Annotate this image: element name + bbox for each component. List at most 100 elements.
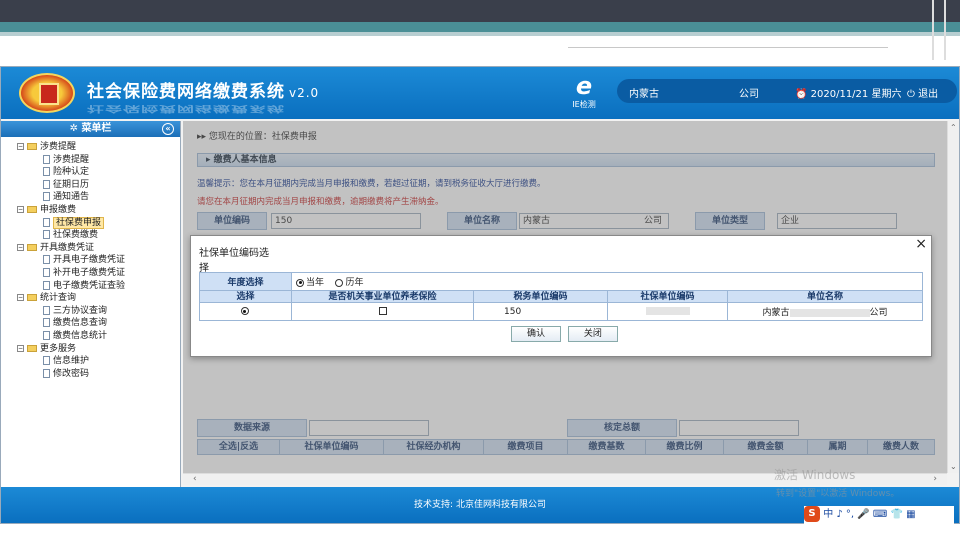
tax-emblem-logo [19, 73, 75, 113]
menu-tree: − 涉费提醒 涉费提醒 险种认定 征期日历 通知通告 − 申报缴费 社保费申报 社保… [1, 137, 180, 380]
row-unit-name: 内蒙古 公司 [727, 302, 923, 321]
logout-button[interactable]: ⏻ 退出 [907, 85, 938, 100]
logout-label: 退出 [918, 89, 939, 100]
scroll-left-icon[interactable]: ‹ [193, 474, 197, 484]
row-institution-checkbox[interactable] [291, 302, 474, 321]
menu-group-stats[interactable]: − 统计查询 [17, 292, 180, 305]
redacted-block [789, 308, 870, 317]
table-row[interactable]: 150 内蒙古 公司 [199, 302, 923, 321]
ime-status: 中 ♪ °, 🎤 ⌨ 👕 ▦ [823, 509, 916, 520]
user-info-box: 内蒙古 公司 ⏰ 2020/11/21 星期六 ⏻ 退出 [617, 79, 957, 103]
year-select-row: 年度选择 当年 历年 [199, 272, 923, 291]
radio-selected-icon [240, 307, 249, 315]
close-icon[interactable]: × [915, 236, 927, 252]
sidebar-header: ✲ 菜单栏 « [1, 121, 180, 137]
document-icon [43, 192, 50, 202]
menu-group-reminder[interactable]: − 涉费提醒 [17, 141, 180, 154]
menu-group-declare-pay[interactable]: − 申报缴费 [17, 204, 180, 217]
col-tax-code: 税务单位编码 [473, 290, 608, 303]
menu-item-agreement-query[interactable]: 三方协议查询 [17, 305, 180, 318]
col-sb-code: 社保单位编码 [607, 290, 728, 303]
row-select-radio[interactable] [199, 302, 292, 321]
ime-toolbar[interactable]: S 中 ♪ °, 🎤 ⌨ 👕 ▦ [804, 506, 954, 524]
document-icon [43, 179, 50, 189]
row-sb-code [607, 302, 728, 321]
scroll-down-icon[interactable]: ⌄ [950, 462, 957, 471]
document-icon [43, 217, 50, 227]
document-icon [43, 330, 50, 340]
folder-icon [27, 143, 37, 150]
document-icon [43, 305, 50, 315]
clock-icon: ⏰ [795, 89, 811, 100]
gear-icon: ✲ [69, 123, 82, 134]
collapse-toggle-icon[interactable]: − [17, 294, 24, 302]
ie-check-button[interactable]: e IE检测 [567, 73, 601, 110]
close-button[interactable]: 关闭 [567, 326, 618, 342]
slide-deco [932, 0, 946, 60]
folder-icon [27, 243, 37, 251]
app-header: 社会保险费网络缴费系统 v2.0 社会保险费网络缴费系统 e IE检测 内蒙古 公… [1, 67, 959, 119]
collapse-toggle-icon[interactable]: − [17, 344, 24, 352]
menu-item-change-password[interactable]: 修改密码 [17, 368, 180, 381]
confirm-button[interactable]: 确认 [511, 326, 561, 342]
sogou-icon[interactable]: S [804, 506, 820, 522]
menu-item-info-maintain[interactable]: 信息维护 [17, 355, 180, 368]
sidebar: ✲ 菜单栏 « − 涉费提醒 涉费提醒 险种认定 征期日历 通知通告 − 申报缴费 … [1, 121, 181, 487]
table-header-row: 选择 是否机关事业单位养老保险 税务单位编码 社保单位编码 单位名称 [199, 290, 923, 303]
slide-stripe [0, 22, 960, 32]
menu-item-insurance-identify[interactable]: 险种认定 [17, 166, 180, 179]
folder-icon [27, 205, 37, 213]
ie-check-label: IE检测 [572, 100, 596, 109]
collapse-toggle-icon[interactable]: − [17, 143, 24, 150]
checkbox-icon [378, 307, 387, 315]
power-icon: ⏻ [907, 89, 919, 100]
app-title: 社会保险费网络缴费系统 v2.0 [87, 77, 319, 102]
menu-item-reissue-voucher[interactable]: 补开电子缴费凭证 [17, 267, 180, 280]
org-name-suffix: 公司 [739, 89, 759, 100]
col-is-institution: 是否机关事业单位养老保险 [291, 290, 474, 303]
document-icon [43, 267, 50, 277]
collapse-sidebar-button[interactable]: « [162, 123, 174, 135]
menu-item-issue-voucher[interactable]: 开具电子缴费凭证 [17, 254, 180, 267]
menu-item-calendar[interactable]: 征期日历 [17, 179, 180, 192]
vertical-scrollbar[interactable]: ⌃ ⌄ [947, 121, 959, 473]
menu-group-more[interactable]: − 更多服务 [17, 343, 180, 356]
scroll-right-icon[interactable]: › [933, 474, 937, 484]
menu-group-voucher[interactable]: − 开具缴费凭证 [17, 242, 180, 255]
year-label: 年度选择 [199, 272, 292, 291]
menu-item-payment-stats[interactable]: 缴费信息统计 [17, 330, 180, 343]
slide-line [568, 36, 888, 48]
dialog-buttons: 确认 关闭 [511, 326, 622, 342]
document-icon [43, 167, 50, 177]
year-current-radio[interactable]: 当年 [296, 278, 324, 288]
row-tax-code: 150 [473, 302, 608, 321]
radio-icon [335, 278, 344, 287]
menu-item-verify-voucher[interactable]: 电子缴费凭证查验 [17, 280, 180, 293]
menu-item-notices[interactable]: 通知通告 [17, 191, 180, 204]
windows-activation-hint: 转到"设置"以激活 Windows。 [776, 489, 900, 499]
document-icon [43, 230, 50, 240]
year-history-radio[interactable]: 历年 [335, 278, 363, 288]
collapse-toggle-icon[interactable]: − [17, 243, 24, 251]
app-title-text: 社会保险费网络缴费系统 [87, 82, 285, 102]
app-version: v2.0 [289, 86, 320, 100]
document-icon [43, 368, 50, 378]
menu-item-payment-query[interactable]: 缴费信息查询 [17, 317, 180, 330]
document-icon [43, 280, 50, 290]
datetime-text: 2020/11/21 星期六 [810, 89, 902, 100]
ie-icon: e [575, 72, 593, 100]
year-options: 当年 历年 [291, 272, 923, 291]
document-icon [43, 318, 50, 328]
menu-item-declare[interactable]: 社保费申报 [17, 216, 180, 230]
menu-item-pay[interactable]: 社保费缴费 [17, 229, 180, 242]
collapse-toggle-icon[interactable]: − [17, 205, 24, 213]
menu-item-reminder[interactable]: 涉费提醒 [17, 154, 180, 167]
redacted-block [645, 307, 690, 315]
scroll-up-icon[interactable]: ⌃ [950, 123, 957, 132]
folder-icon [27, 344, 37, 352]
unit-code-table: 年度选择 当年 历年 选择 是否机关事业单位养老保险 税务单位编码 社保单位编码… [199, 272, 923, 321]
col-select: 选择 [199, 290, 292, 303]
unit-code-select-dialog: 社保单位编码 选择 × 年度选择 当年 历年 选择 是否机关事业单位养老保险 税务… [190, 235, 932, 357]
org-name: 内蒙古 [629, 89, 659, 100]
datetime: ⏰ 2020/11/21 星期六 [795, 85, 901, 100]
